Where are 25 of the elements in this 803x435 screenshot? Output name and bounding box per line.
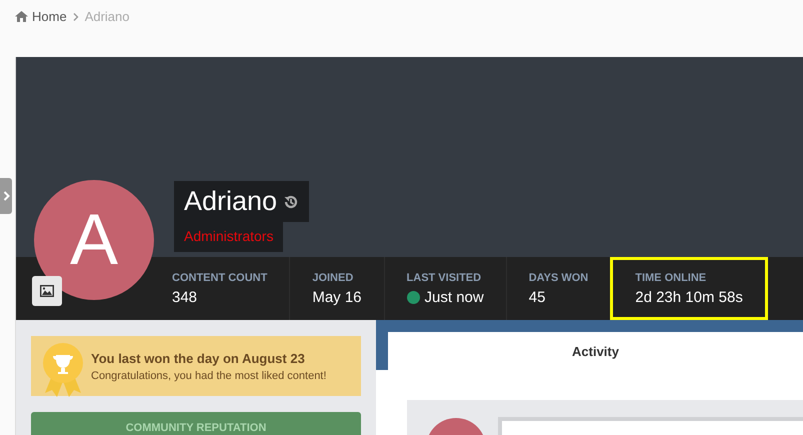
day-won-text: Congratulations, you had the most liked content! (91, 370, 326, 382)
stat-label: TIME ONLINE (635, 272, 708, 284)
cover-photo-button[interactable] (32, 276, 62, 306)
stat-value: 2d 23h 10m 58s (635, 288, 743, 306)
history-icon[interactable] (283, 194, 300, 210)
stat-value: 45 (528, 288, 546, 306)
stat-label: DAYS WON (528, 272, 588, 284)
image-icon (40, 285, 54, 297)
stat-value: 348 (172, 288, 198, 306)
stat-label: CONTENT COUNT (172, 272, 268, 284)
chevron-icon (72, 12, 79, 20)
day-won-title: You last won the day on August 23 (91, 350, 306, 366)
sidebar-toggle[interactable] (0, 178, 12, 214)
stat-value: Just now (424, 288, 484, 306)
stat-value: May 16 (312, 288, 362, 306)
trophy-ribbon-icon (43, 343, 83, 397)
breadcrumb-current: Adriano (84, 9, 130, 24)
chevron-icon (2, 191, 10, 201)
stat-label: JOINED (312, 272, 354, 284)
profile-name: Adriano (184, 186, 278, 217)
stat-label: LAST VISITED (406, 272, 482, 284)
home-link[interactable]: Home (15, 9, 67, 24)
member-group: Administrators (174, 222, 284, 252)
tab[interactable]: Activity (388, 332, 803, 370)
house-icon (15, 11, 28, 22)
